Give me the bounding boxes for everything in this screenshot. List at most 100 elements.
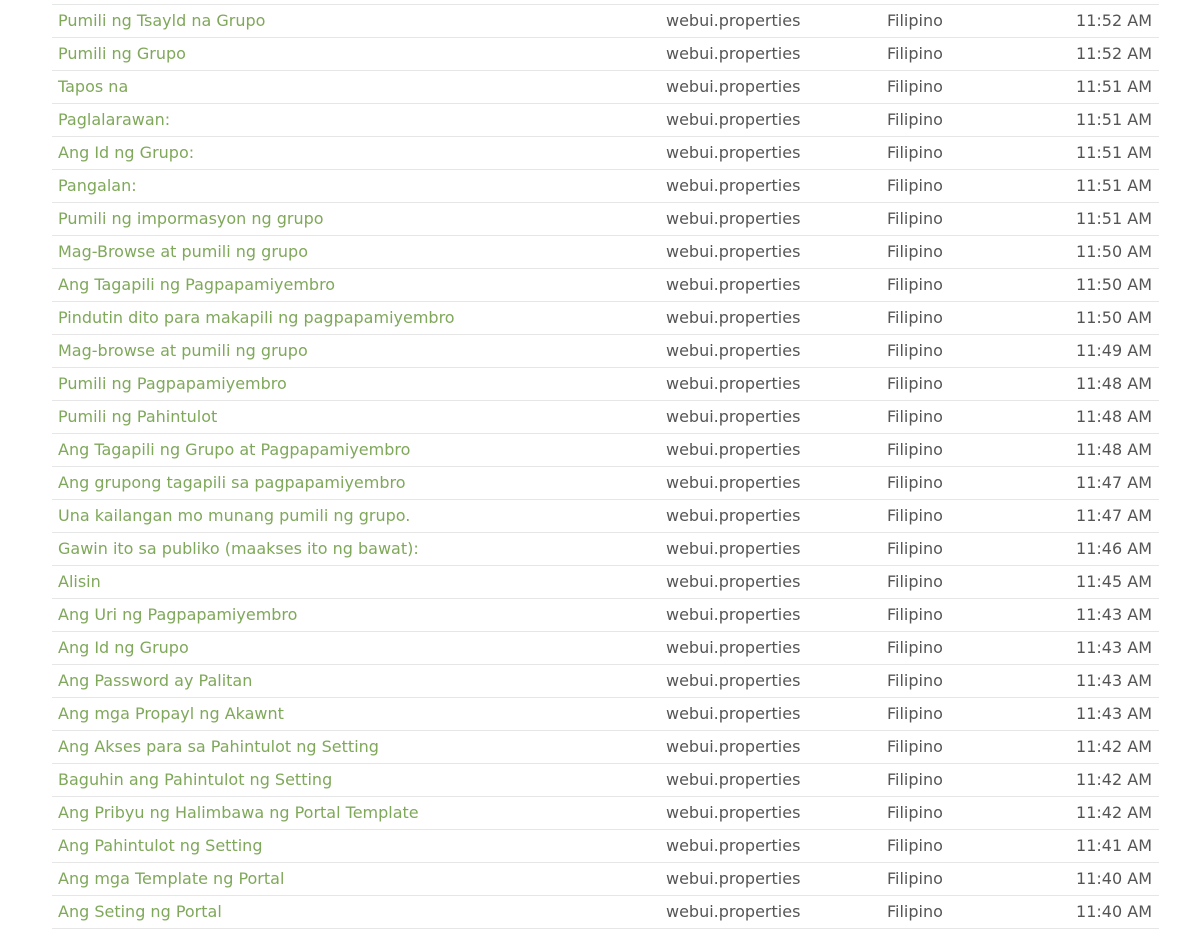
translation-key-link[interactable]: Baguhin ang Pahintulot ng Setting [58, 764, 332, 796]
language-label: Filipino [887, 308, 943, 327]
file-name: webui.properties [666, 341, 801, 360]
list-item: Ang Seting ng Portal webui.properties Fili… [52, 896, 1159, 929]
file-name: webui.properties [666, 704, 801, 723]
translation-key-link[interactable]: Pindutin dito para makapili ng pagpapami… [58, 302, 455, 334]
file-name: webui.properties [666, 836, 801, 855]
timestamp: 11:51 AM [1076, 110, 1152, 129]
file-name: webui.properties [666, 770, 801, 789]
file-name: webui.properties [666, 440, 801, 459]
translation-key-link[interactable]: Ang Uri ng Pagpapamiyembro [58, 599, 297, 631]
timestamp: 11:48 AM [1076, 374, 1152, 393]
file-name: webui.properties [666, 671, 801, 690]
translation-key-link[interactable]: Pumili ng Grupo [58, 38, 186, 70]
translation-key-link[interactable]: Tapos na [58, 71, 128, 103]
list-item: Baguhin ang Pahintulot ng Setting webui.p… [52, 764, 1159, 797]
list-item: Ang Pribyu ng Halimbawa ng Portal Templa… [52, 797, 1159, 830]
translation-key-link[interactable]: Ang Akses para sa Pahintulot ng Setting [58, 731, 379, 763]
file-name: webui.properties [666, 869, 801, 888]
timestamp: 11:45 AM [1076, 572, 1152, 591]
list-item: Ang Akses para sa Pahintulot ng Setting w… [52, 731, 1159, 764]
language-label: Filipino [887, 440, 943, 459]
list-item: Pumili ng Pahintulot webui.properties Fili… [52, 401, 1159, 434]
translation-key-link[interactable]: Mag-Browse at pumili ng grupo [58, 236, 308, 268]
language-label: Filipino [887, 242, 943, 261]
list-item: Ang Id ng Grupo webui.properties Filipino 1… [52, 632, 1159, 665]
file-name: webui.properties [666, 638, 801, 657]
translation-key-link[interactable]: Pangalan: [58, 170, 137, 202]
translation-key-link[interactable]: Ang Seting ng Portal [58, 896, 222, 928]
list-item: Ang mga Template ng Portal webui.properti… [52, 863, 1159, 896]
file-name: webui.properties [666, 737, 801, 756]
file-name: webui.properties [666, 44, 801, 63]
translation-key-link[interactable]: Una kailangan mo munang pumili ng grupo. [58, 500, 410, 532]
translation-key-link[interactable]: Pumili ng impormasyon ng grupo [58, 203, 324, 235]
timestamp: 11:51 AM [1076, 209, 1152, 228]
timestamp: 11:48 AM [1076, 440, 1152, 459]
translation-key-link[interactable]: Ang Tagapili ng Pagpapamiyembro [58, 269, 335, 301]
timestamp: 11:52 AM [1076, 11, 1152, 30]
file-name: webui.properties [666, 143, 801, 162]
list-item: Ang Tagapili ng Grupo at Pagpapamiyembro… [52, 434, 1159, 467]
translation-key-link[interactable]: Ang mga Template ng Portal [58, 863, 284, 895]
timestamp: 11:50 AM [1076, 275, 1152, 294]
file-name: webui.properties [666, 176, 801, 195]
translation-key-link[interactable]: Pumili ng Tsayld na Grupo [58, 5, 265, 37]
list-item: Ang Password ay Palitan webui.properties F… [52, 665, 1159, 698]
file-name: webui.properties [666, 803, 801, 822]
timestamp: 11:50 AM [1076, 308, 1152, 327]
language-label: Filipino [887, 110, 943, 129]
file-name: webui.properties [666, 77, 801, 96]
timestamp: 11:47 AM [1076, 506, 1152, 525]
timestamp: 11:50 AM [1076, 242, 1152, 261]
language-label: Filipino [887, 902, 943, 921]
timestamp: 11:51 AM [1076, 143, 1152, 162]
file-name: webui.properties [666, 275, 801, 294]
file-name: webui.properties [666, 572, 801, 591]
timestamp: 11:42 AM [1076, 803, 1152, 822]
translation-key-link[interactable]: Pumili ng Pagpapamiyembro [58, 368, 287, 400]
list-item: Ang Uri ng Pagpapamiyembro webui.properti… [52, 599, 1159, 632]
translation-key-link[interactable]: Ang Password ay Palitan [58, 665, 252, 697]
translation-key-link[interactable]: Pumili ng Pahintulot [58, 401, 217, 433]
timestamp: 11:47 AM [1076, 473, 1152, 492]
file-name: webui.properties [666, 605, 801, 624]
translation-key-link[interactable]: Paglalarawan: [58, 104, 170, 136]
language-label: Filipino [887, 704, 943, 723]
language-label: Filipino [887, 737, 943, 756]
language-label: Filipino [887, 77, 943, 96]
translation-key-link[interactable]: Ang Id ng Grupo: [58, 137, 194, 169]
language-label: Filipino [887, 770, 943, 789]
timestamp: 11:43 AM [1076, 638, 1152, 657]
list-item: Ang Pahintulot ng Setting webui.propertie… [52, 830, 1159, 863]
translation-key-link[interactable]: Ang grupong tagapili sa pagpapamiyembro [58, 467, 406, 499]
list-item: Gawin ito sa publiko (maakses ito ng baw… [52, 533, 1159, 566]
timestamp: 11:51 AM [1076, 176, 1152, 195]
language-label: Filipino [887, 506, 943, 525]
file-name: webui.properties [666, 308, 801, 327]
language-label: Filipino [887, 473, 943, 492]
translation-key-link[interactable]: Alisin [58, 566, 101, 598]
list-item: Alisin webui.properties Filipino 11:45 AM [52, 566, 1159, 599]
list-item: Pangalan: webui.properties Filipino 11:51 A… [52, 170, 1159, 203]
translation-key-link[interactable]: Ang Pribyu ng Halimbawa ng Portal Templa… [58, 797, 419, 829]
file-name: webui.properties [666, 473, 801, 492]
translation-key-link[interactable]: Ang Tagapili ng Grupo at Pagpapamiyembro [58, 434, 410, 466]
timestamp: 11:40 AM [1076, 902, 1152, 921]
translation-key-link[interactable]: Ang mga Propayl ng Akawnt [58, 698, 284, 730]
translation-activity-list: Pumili ng Tsayld na Grupo webui.propertie… [52, 4, 1159, 929]
language-label: Filipino [887, 176, 943, 195]
timestamp: 11:46 AM [1076, 539, 1152, 558]
language-label: Filipino [887, 44, 943, 63]
language-label: Filipino [887, 341, 943, 360]
translation-key-link[interactable]: Ang Id ng Grupo [58, 632, 189, 664]
timestamp: 11:51 AM [1076, 77, 1152, 96]
list-item: Mag-Browse at pumili ng grupo webui.prope… [52, 236, 1159, 269]
language-label: Filipino [887, 407, 943, 426]
language-label: Filipino [887, 836, 943, 855]
file-name: webui.properties [666, 110, 801, 129]
translation-key-link[interactable]: Ang Pahintulot ng Setting [58, 830, 262, 862]
translation-key-link[interactable]: Mag-browse at pumili ng grupo [58, 335, 308, 367]
list-item: Ang Tagapili ng Pagpapamiyembro webui.pro… [52, 269, 1159, 302]
timestamp: 11:52 AM [1076, 44, 1152, 63]
translation-key-link[interactable]: Gawin ito sa publiko (maakses ito ng baw… [58, 533, 419, 565]
